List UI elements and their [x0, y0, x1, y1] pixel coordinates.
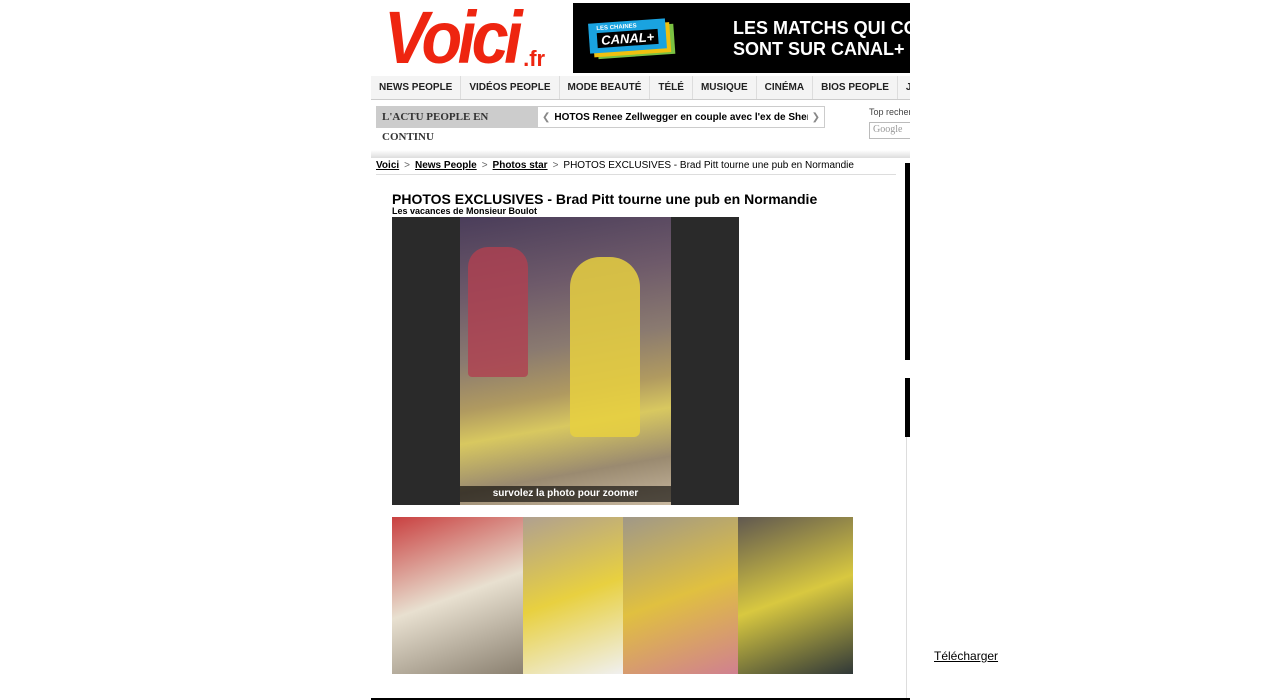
- ad-message: LES MATCHS QUI CO SONT SUR CANAL+: [733, 18, 910, 59]
- nav-item[interactable]: JEUX: [898, 76, 910, 99]
- ticker-headline-link[interactable]: HOTOS Renee Zellwegger en couple avec l'…: [554, 112, 807, 123]
- logo-text: Voici: [384, 0, 523, 79]
- main-photo[interactable]: [460, 217, 671, 505]
- thumbnail-strip: [392, 517, 853, 674]
- nav-item[interactable]: BIOS PEOPLE: [813, 76, 898, 99]
- breadcrumb-current: PHOTOS EXCLUSIVES - Brad Pitt tourne une…: [563, 160, 854, 171]
- nav-item[interactable]: NEWS PEOPLE: [371, 76, 462, 99]
- nav-item[interactable]: VIDÉOS PEOPLE: [461, 76, 560, 99]
- thumbnail-photo[interactable]: [623, 517, 738, 674]
- ticker-label: L'ACTU PEOPLE EN CONTINU: [377, 107, 539, 143]
- breadcrumb-voici[interactable]: Voici: [376, 160, 399, 171]
- nav-item[interactable]: TÉLÉ: [650, 76, 693, 99]
- logo-suffix: .fr: [523, 46, 546, 71]
- download-link[interactable]: Télécharger: [934, 649, 998, 663]
- divider: [371, 150, 910, 158]
- sidebar-ad-edge: [905, 163, 910, 360]
- chevron-left-icon[interactable]: ❮: [538, 112, 554, 123]
- nav-item[interactable]: MUSIQUE: [693, 76, 757, 99]
- photo-viewer: survolez la photo pour zoomer: [392, 217, 739, 505]
- main-nav: NEWS PEOPLE VIDÉOS PEOPLE MODE BEAUTÉ TÉLÉ M…: [371, 76, 910, 100]
- thumbnail-photo[interactable]: [738, 517, 853, 674]
- nav-item[interactable]: CINÉMA: [757, 76, 814, 99]
- nav-item[interactable]: MODE BEAUTÉ: [560, 76, 651, 99]
- breadcrumb-photos-star[interactable]: Photos star: [493, 160, 548, 171]
- voici-logo[interactable]: Voici .fr: [384, 0, 546, 79]
- canal-plus-logo: LES CHAINES CANAL+: [588, 18, 668, 54]
- thumbnail-photo[interactable]: [392, 517, 523, 674]
- chevron-right-icon[interactable]: ❯: [808, 112, 824, 123]
- canal-plus-ad-banner[interactable]: LES CHAINES CANAL+ LES MATCHS QUI CO SONT …: [573, 3, 910, 73]
- breadcrumb-news-people[interactable]: News People: [415, 160, 477, 171]
- breadcrumb: Voici > News People > Photos star > PHOTOS EXC…: [376, 160, 896, 175]
- page-column: Voici .fr LES CHAINES CANAL+ LES MATCHS Q…: [371, 0, 910, 700]
- page-subtitle: Les vacances de Monsieur Boulot: [392, 206, 538, 216]
- sidebar-ad-edge: [905, 378, 910, 437]
- thumbnail-photo[interactable]: [523, 517, 623, 674]
- zoom-hint: survolez la photo pour zoomer: [460, 486, 671, 502]
- divider: [906, 437, 907, 700]
- news-ticker: L'ACTU PEOPLE EN CONTINU ❮ HOTOS Renee Z…: [376, 106, 825, 143]
- page-title: PHOTOS EXCLUSIVES - Brad Pitt tourne une…: [392, 191, 818, 207]
- google-search-input[interactable]: Google: [869, 122, 910, 139]
- top-searches-label: Top recherches: [869, 107, 910, 117]
